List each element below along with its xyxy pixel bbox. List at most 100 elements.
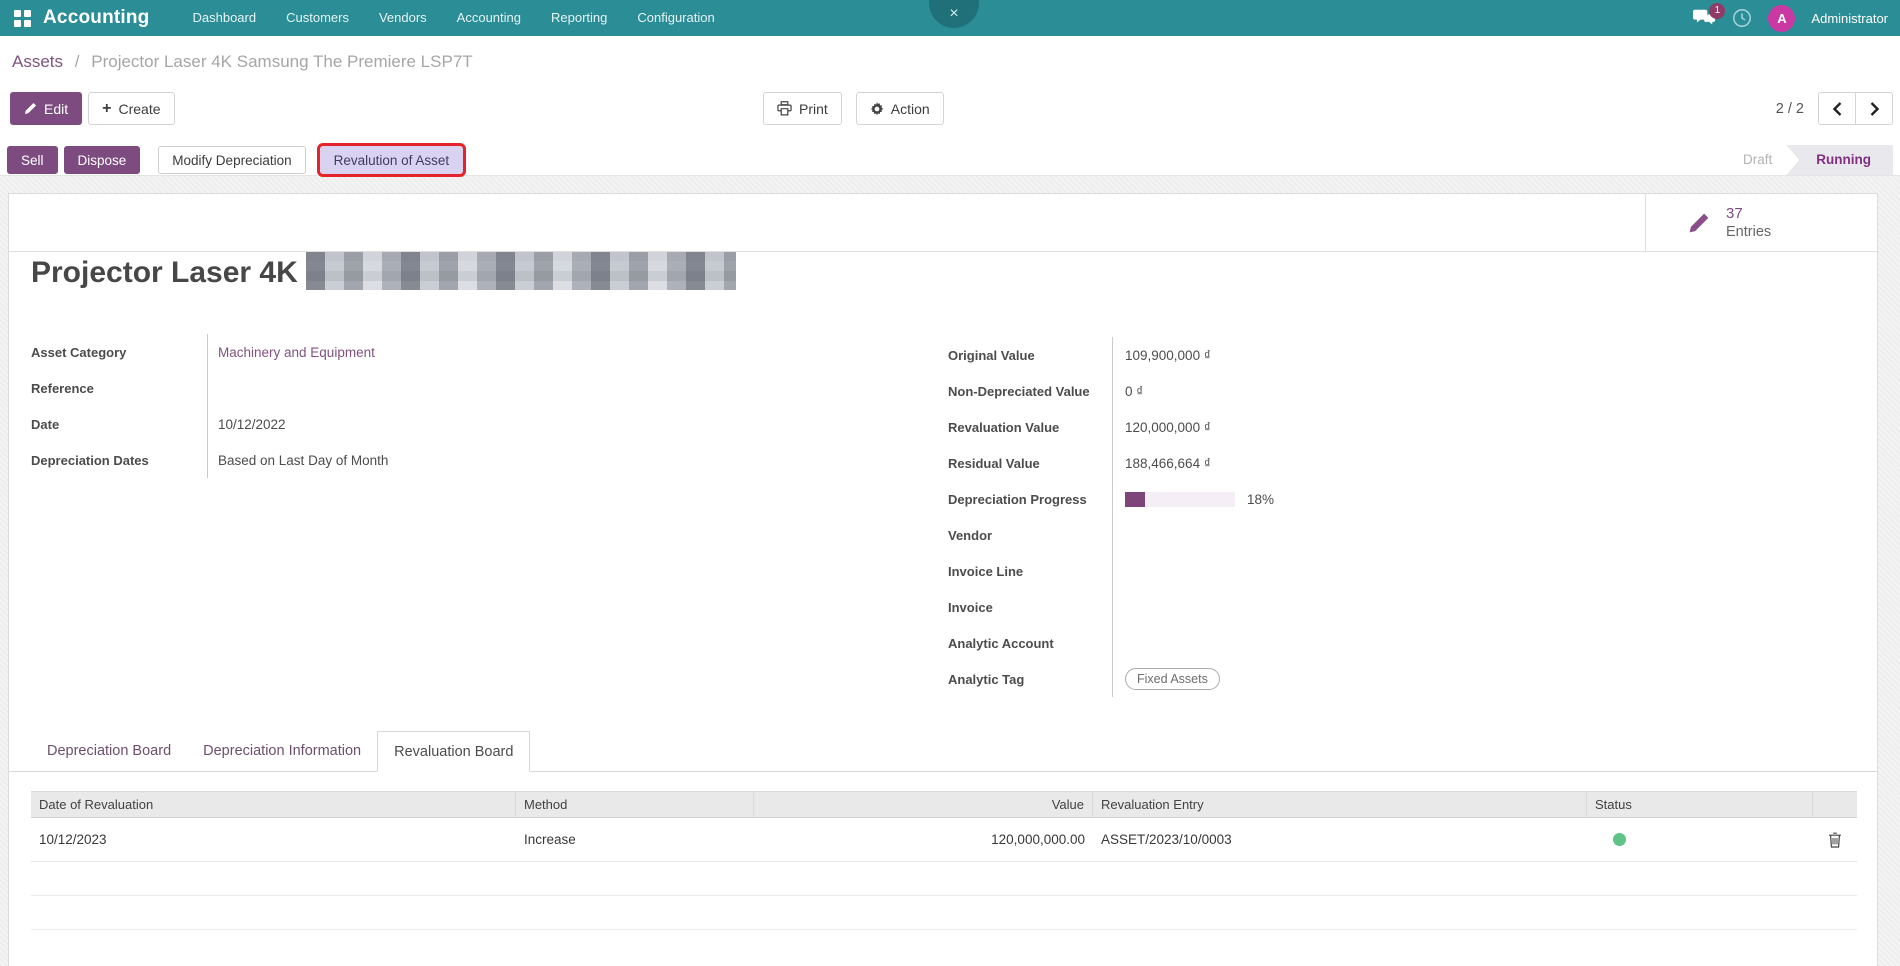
gear-icon [870, 102, 884, 116]
field-depreciation-dates: Depreciation Dates Based on Last Day of … [31, 442, 681, 478]
revaluation-of-asset-button[interactable]: Revalution of Asset [320, 146, 464, 174]
field-reference: Reference [31, 370, 681, 406]
entries-smart-button[interactable]: 37 Entries [1645, 194, 1877, 251]
printer-icon [777, 101, 792, 116]
app-name[interactable]: Accounting [43, 7, 150, 29]
print-action-group: Print Action [763, 92, 944, 125]
messages-button[interactable]: 1 [1693, 9, 1716, 28]
avatar[interactable]: A [1768, 5, 1795, 32]
table-header-row: Date of Revaluation Method Value Revalua… [31, 791, 1857, 818]
trash-icon [1828, 832, 1842, 848]
pencil-icon [24, 102, 37, 115]
action-button[interactable]: Action [856, 92, 944, 125]
nav-reporting[interactable]: Reporting [536, 0, 622, 36]
field-asset-category: Asset Category Machinery and Equipment [31, 334, 681, 370]
asset-category-link[interactable]: Machinery and Equipment [218, 345, 375, 360]
navbar-right: 1 A Administrator [1693, 0, 1888, 36]
col-revaluation-entry[interactable]: Revaluation Entry [1093, 791, 1587, 818]
print-button[interactable]: Print [763, 92, 842, 125]
field-depreciation-progress: Depreciation Progress 18% [948, 481, 1868, 517]
status-running[interactable]: Running [1786, 145, 1893, 175]
tab-revaluation-board[interactable]: Revaluation Board [377, 731, 530, 772]
nav-vendors[interactable]: Vendors [364, 0, 442, 36]
field-vendor: Vendor [948, 517, 1868, 553]
status-draft[interactable]: Draft [1729, 145, 1786, 175]
form-sheet: 37 Entries Projector Laser 4K Asset Cate… [8, 193, 1878, 966]
nav-customers[interactable]: Customers [271, 0, 364, 36]
entries-count: 37 [1726, 205, 1743, 223]
entries-label: Entries [1726, 223, 1771, 241]
col-date-of-revaluation[interactable]: Date of Revaluation [31, 791, 516, 818]
col-status[interactable]: Status [1587, 791, 1813, 818]
record-actions: Edit + Create [10, 92, 175, 125]
pager-previous-button[interactable] [1818, 92, 1856, 125]
breadcrumb-separator: / [75, 52, 80, 71]
notebook-tabs: Depreciation Board Depreciation Informat… [9, 731, 1877, 772]
main-menu: Dashboard Customers Vendors Accounting R… [178, 0, 730, 36]
field-group-left: Asset Category Machinery and Equipment R… [31, 334, 681, 478]
progress-bar [1125, 492, 1235, 507]
edit-button[interactable]: Edit [10, 92, 82, 125]
dispose-button[interactable]: Dispose [64, 146, 141, 174]
field-invoice-line: Invoice Line [948, 553, 1868, 589]
revaluation-table: Date of Revaluation Method Value Revalua… [31, 791, 1857, 930]
delete-row-button[interactable] [1828, 832, 1842, 848]
cell-value: 120,000,000.00 [754, 818, 1093, 861]
page: Accounting Dashboard Customers Vendors A… [0, 0, 1900, 966]
field-analytic-account: Analytic Account [948, 625, 1868, 661]
close-button[interactable]: × [929, 0, 979, 28]
chevron-left-icon [1833, 102, 1842, 116]
pager: 2 / 2 [1776, 92, 1893, 125]
breadcrumb-current: Projector Laser 4K Samsung The Premiere … [91, 52, 472, 71]
tab-depreciation-information[interactable]: Depreciation Information [187, 731, 377, 772]
pencil-icon [1688, 212, 1710, 234]
col-method[interactable]: Method [516, 791, 754, 818]
clock-icon [1732, 8, 1752, 28]
control-panel: Assets / Projector Laser 4K Samsung The … [0, 36, 1900, 176]
create-button[interactable]: + Create [88, 92, 174, 125]
chevron-right-icon [1870, 102, 1879, 116]
pager-value: 2 / 2 [1776, 101, 1804, 117]
field-analytic-tag: Analytic Tag Fixed Assets [948, 661, 1868, 697]
asset-title: Projector Laser 4K [31, 252, 736, 290]
messages-badge: 1 [1709, 3, 1725, 19]
button-box: 37 Entries [9, 194, 1877, 252]
plus-icon: + [102, 101, 111, 117]
close-icon: × [949, 5, 958, 23]
col-actions [1813, 791, 1857, 818]
user-name[interactable]: Administrator [1811, 11, 1888, 26]
field-group-right: Original Value 109,900,000 ₫ Non-Depreci… [948, 337, 1868, 697]
progress-fill [1125, 492, 1145, 507]
nav-dashboard[interactable]: Dashboard [178, 0, 272, 36]
tab-depreciation-board[interactable]: Depreciation Board [31, 731, 187, 772]
field-date: Date 10/12/2022 [31, 406, 681, 442]
sell-button[interactable]: Sell [7, 146, 58, 174]
status-dot [1613, 833, 1626, 846]
progress-percent: 18% [1247, 492, 1274, 507]
top-navbar: Accounting Dashboard Customers Vendors A… [0, 0, 1900, 36]
analytic-tag-pill: Fixed Assets [1125, 668, 1220, 690]
cell-date: 10/12/2023 [31, 818, 516, 861]
field-residual-value: Residual Value 188,466,664 ₫ [948, 445, 1868, 481]
cell-entry: ASSET/2023/10/0003 [1093, 818, 1587, 861]
nav-configuration[interactable]: Configuration [622, 0, 729, 36]
activities-button[interactable] [1732, 8, 1752, 28]
pager-next-button[interactable] [1855, 92, 1893, 125]
nav-accounting[interactable]: Accounting [442, 0, 536, 36]
field-original-value: Original Value 109,900,000 ₫ [948, 337, 1868, 373]
empty-table-row [31, 862, 1857, 896]
breadcrumb-assets[interactable]: Assets [12, 52, 63, 71]
apps-grid-icon[interactable] [14, 10, 31, 27]
workflow-buttons: Sell Dispose Modify Depreciation Revalut… [7, 145, 1893, 175]
cell-method: Increase [516, 818, 754, 861]
redacted-title-blur [306, 252, 736, 290]
col-value[interactable]: Value [754, 791, 1093, 818]
field-revaluation-value: Revaluation Value 120,000,000 ₫ [948, 409, 1868, 445]
empty-table-row [31, 896, 1857, 930]
status-bar: Draft Running [1729, 145, 1893, 175]
breadcrumb: Assets / Projector Laser 4K Samsung The … [12, 52, 473, 72]
modify-depreciation-button[interactable]: Modify Depreciation [158, 146, 305, 174]
field-non-depreciated-value: Non-Depreciated Value 0 ₫ [948, 373, 1868, 409]
table-row[interactable]: 10/12/2023 Increase 120,000,000.00 ASSET… [31, 818, 1857, 862]
field-invoice: Invoice [948, 589, 1868, 625]
